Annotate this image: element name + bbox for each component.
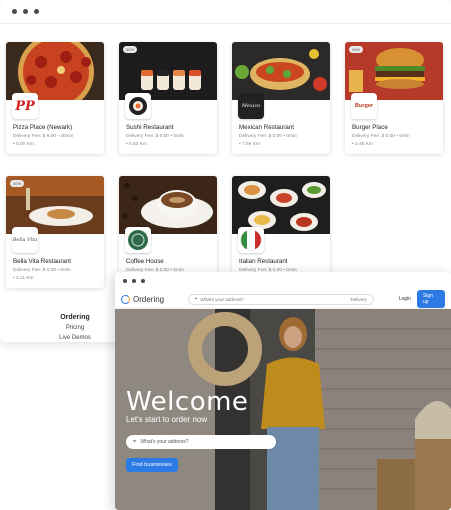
hero-banner: Welcome Let's start to order now ⌖ What'… — [115, 309, 451, 510]
window-titlebar — [0, 0, 451, 24]
delivery-fee: Delivery Fee: $ 0.00 • 0min — [352, 134, 410, 139]
discount-badge: 30% — [349, 46, 364, 53]
window-dot[interactable] — [12, 9, 17, 14]
delivery-fee: Delivery Fee: $ 0.00 • 0min — [13, 268, 71, 273]
signup-button[interactable]: Sign up — [416, 290, 445, 308]
sushi-icon — [129, 97, 147, 115]
mexican-photo — [232, 42, 330, 100]
restaurant-name: Mexican Restaurant — [239, 124, 295, 131]
delivery-mode[interactable]: Delivery — [350, 297, 366, 302]
distance: • 0.00 Km — [13, 142, 34, 147]
distance: • 4.11 Km — [13, 276, 34, 281]
top-navbar: Ordering ⌖ What's your address? Delivery… — [115, 290, 451, 309]
restaurant-name: Italian Restaurant — [239, 258, 288, 265]
distance: • 6.83 Km — [126, 142, 147, 147]
address-placeholder: What's your address? — [200, 296, 244, 302]
bella-vita-logo: Bella Vita — [12, 227, 38, 253]
hero-title: Welcome — [126, 387, 249, 417]
coffee-icon — [128, 230, 148, 250]
pin-icon: ⌖ — [194, 296, 198, 302]
address-input[interactable]: ⌖ What's your address? Delivery — [187, 293, 374, 305]
discount-badge: 30% — [10, 180, 25, 187]
pizza-photo — [6, 42, 104, 100]
delivery-fee: Delivery Fee: $ 0.00 • 0min — [126, 134, 184, 139]
login-link[interactable]: Login — [399, 296, 411, 302]
pizza-place-logo: PP — [12, 93, 38, 119]
restaurant-card-pizza[interactable]: PP Pizza Place (Newark) Delivery Fee: $ … — [6, 42, 104, 154]
window-titlebar — [115, 272, 451, 290]
brand-name: Ordering — [133, 294, 165, 304]
brand-logo[interactable]: Ordering — [121, 294, 182, 304]
delivery-fee: Delivery Fee: $ 0.00 • 0min — [239, 134, 297, 139]
restaurant-name: Bella Vita Restaurant — [13, 258, 72, 265]
window-dot[interactable] — [132, 279, 136, 283]
window-dot[interactable] — [123, 279, 127, 283]
hero-address-input[interactable]: ⌖ What's your address? — [126, 435, 276, 449]
sushi-logo — [125, 93, 151, 119]
ordering-home-window: Ordering ⌖ What's your address? Delivery… — [115, 272, 451, 510]
italian-logo — [238, 227, 264, 253]
window-dot[interactable] — [23, 9, 28, 14]
coffee-house-logo — [125, 227, 151, 253]
burger-logo: Burger — [351, 93, 377, 119]
coffee-photo — [119, 176, 217, 234]
window-dot[interactable] — [34, 9, 39, 14]
restaurant-card-bella-vita[interactable]: 30% Bella Vita Bella Vita Restaurant Del… — [6, 176, 104, 288]
hero-subtitle: Let's start to order now — [126, 415, 208, 424]
distance: • 2.46 Km — [352, 142, 373, 147]
distance: • 7.59 Km — [239, 142, 260, 147]
find-businesses-button[interactable]: Find businesses — [126, 458, 178, 472]
ordering-logo-icon — [121, 294, 130, 304]
restaurant-card-mexican[interactable]: Mexico Mexican Restaurant Delivery Fee: … — [232, 42, 330, 154]
restaurant-name: Coffee House — [126, 258, 164, 265]
window-dot[interactable] — [141, 279, 145, 283]
mexican-logo: Mexico — [238, 93, 264, 119]
restaurant-name: Pizza Place (Newark) — [13, 124, 73, 131]
delivery-fee: Delivery Fee: $ 9.00 - 40min — [13, 134, 74, 139]
hero-address-placeholder: What's your address? — [140, 439, 189, 445]
italian-flag-icon — [240, 229, 262, 251]
restaurant-card-burger[interactable]: 30% Burger Burger Place Delivery Fee: $ … — [345, 42, 443, 154]
discount-badge: 30% — [123, 46, 138, 53]
italian-photo — [232, 176, 330, 234]
restaurant-card-sushi[interactable]: 30% Sushi Restaurant Delivery Fee: $ 0.0… — [119, 42, 217, 154]
restaurant-name: Sushi Restaurant — [126, 124, 174, 131]
restaurant-name: Burger Place — [352, 124, 388, 131]
pin-icon: ⌖ — [133, 438, 137, 445]
